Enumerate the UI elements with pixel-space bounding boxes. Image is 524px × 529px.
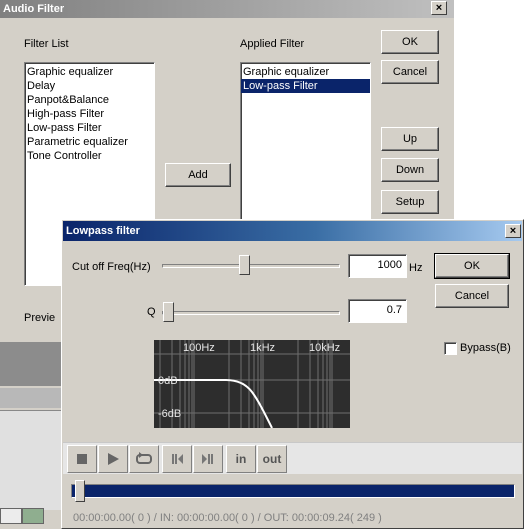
q-field[interactable]: 0.7 [348,299,407,323]
play-icon [108,453,119,465]
stop-icon [77,454,87,464]
bypass-label: Bypass(B) [460,342,511,354]
bypass-checkbox[interactable] [444,342,457,355]
out-button[interactable]: out [257,445,287,473]
lowpass-close-button[interactable]: × [505,224,521,238]
filter-list-label: Filter List [24,38,69,50]
audio-filter-close-button[interactable]: × [431,1,447,15]
applied-filter-item[interactable]: Low-pass Filter [241,79,370,93]
up-button[interactable]: Up [381,127,439,151]
ok-button[interactable]: OK [381,30,439,54]
seek-thumb[interactable] [75,480,85,502]
lowpass-filter-title: Lowpass filter [63,221,522,241]
play-button[interactable] [98,445,128,473]
seek-bar[interactable] [71,484,515,498]
applied-filter-list[interactable]: Graphic equalizer Low-pass Filter [240,62,371,222]
in-button[interactable]: in [226,445,256,473]
frequency-response-graph: 100Hz 1kHz 10kHz 0dB -6dB [154,340,350,428]
background-panel [0,410,61,510]
setup-button[interactable]: Setup [381,190,439,214]
cutoff-slider-track[interactable] [162,264,340,268]
q-slider-thumb[interactable] [163,302,174,322]
next-frame-button[interactable] [193,445,223,473]
stop-button[interactable] [67,445,97,473]
desktop-background [454,0,524,219]
seek-area [63,476,522,506]
applied-filter-item[interactable]: Graphic equalizer [241,65,370,79]
background-panel [0,388,61,408]
timecode-status: 00:00:00.00( 0 ) / IN: 00:00:00.00( 0 ) … [73,512,382,524]
lowpass-filter-dialog: Lowpass filter × Cut off Freq(Hz) 1000 H… [61,219,524,529]
freq-label: 10kHz [309,342,340,354]
background-panel [0,342,61,386]
lowpass-ok-button[interactable]: OK [434,253,510,279]
lowpass-cancel-button[interactable]: Cancel [435,284,509,308]
db-label: -6dB [158,408,181,420]
background-panel [22,508,44,524]
cancel-button[interactable]: Cancel [381,60,439,84]
prev-frame-button[interactable] [162,445,192,473]
freq-label: 1kHz [250,342,275,354]
db-label: 0dB [158,375,178,387]
filter-list-item[interactable]: Low-pass Filter [25,121,154,135]
cutoff-unit-label: Hz [409,262,423,274]
down-button[interactable]: Down [381,158,439,182]
filter-list-item[interactable]: Parametric equalizer [25,135,154,149]
cutoff-slider-thumb[interactable] [239,255,250,275]
applied-filter-label: Applied Filter [240,38,305,50]
filter-list-item[interactable]: Graphic equalizer [25,65,154,79]
background-panel [0,508,22,524]
close-icon: × [509,225,517,237]
add-button[interactable]: Add [165,163,231,187]
audio-filter-title: Audio Filter [0,0,454,18]
q-slider-track[interactable] [162,311,340,315]
filter-list-item[interactable]: Tone Controller [25,149,154,163]
cutoff-freq-field[interactable]: 1000 [348,254,407,278]
loop-button[interactable] [129,445,159,473]
loop-icon [136,452,152,464]
preview-label: Previe [24,312,56,324]
close-icon: × [435,2,443,14]
transport-bar: in out [63,442,522,474]
cutoff-freq-label: Cut off Freq(Hz) [72,261,151,273]
freq-label: 100Hz [183,342,215,354]
filter-list-item[interactable]: Delay [25,79,154,93]
filter-list-item[interactable]: High-pass Filter [25,107,154,121]
filter-list-item[interactable]: Panpot&Balance [25,93,154,107]
prev-frame-icon [172,454,183,464]
q-label: Q [147,306,156,318]
next-frame-icon [202,454,213,464]
